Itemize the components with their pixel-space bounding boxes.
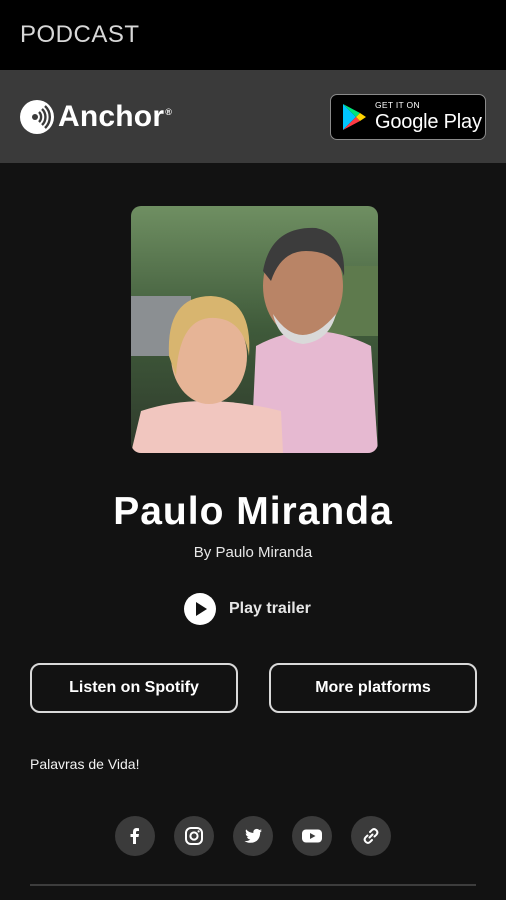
anchor-logo-icon [20, 99, 54, 134]
status-bar: PODCAST [0, 0, 506, 70]
google-play-icon [343, 103, 366, 130]
google-play-badge[interactable]: GET IT ON Google Play [330, 93, 486, 140]
twitter-icon[interactable] [233, 816, 273, 856]
play-icon [184, 593, 216, 625]
brand-name: Anchor® [58, 99, 173, 133]
divider [30, 884, 476, 886]
link-icon[interactable] [351, 816, 391, 856]
facebook-icon[interactable] [115, 816, 155, 856]
youtube-icon[interactable] [292, 816, 332, 856]
badge-small-text: GET IT ON [375, 100, 420, 111]
social-links [0, 816, 506, 856]
podcast-description: Palavras de Vida! [30, 756, 140, 772]
instagram-icon[interactable] [174, 816, 214, 856]
play-trailer-button[interactable]: Play trailer [184, 593, 311, 625]
play-trailer-label: Play trailer [229, 600, 311, 617]
badge-big-text: Google Play [375, 110, 482, 133]
podcast-title: Paulo Miranda [113, 490, 393, 533]
listen-on-spotify-button[interactable]: Listen on Spotify [30, 663, 238, 713]
podcast-author: By Paulo Miranda [193, 544, 313, 561]
app-header: Anchor® GET IT ON Google Play [0, 70, 506, 163]
page-title: PODCAST [20, 21, 140, 48]
anchor-logo[interactable]: Anchor® [20, 99, 173, 134]
podcast-cover-image [131, 206, 378, 453]
more-platforms-button[interactable]: More platforms [269, 663, 477, 713]
